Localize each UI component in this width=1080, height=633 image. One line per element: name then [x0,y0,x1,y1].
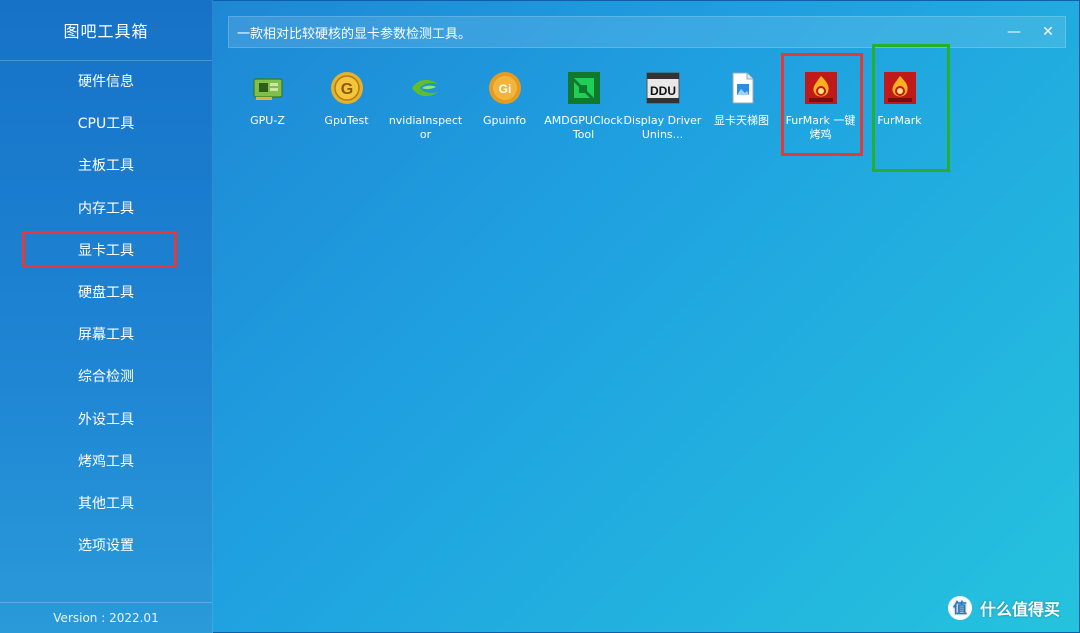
svg-text:Gi: Gi [498,82,511,96]
sidebar-item-label: CPU工具 [77,116,135,133]
sidebar-item-label: 选项设置 [78,538,134,555]
tool-furmark[interactable]: FurMark [860,62,939,162]
gpu-card-icon [252,78,283,100]
tools-grid: GPU-Z G GpuTest nvidiaInspector Gi Gpuin… [228,62,1058,182]
ddu-icon: DDU [646,72,679,104]
watermark-badge: 值 [948,596,972,620]
tool-label: AMDGPUClockTool [544,114,623,141]
sidebar-item-other-tools[interactable]: 其他工具 [0,482,212,524]
g-gear-icon: G [330,72,363,104]
tool-label: nvidiaInspector [388,114,463,141]
sidebar-item-disk-tools[interactable]: 硬盘工具 [0,271,212,313]
image-file-icon [732,72,753,104]
sidebar-item-stress-tools[interactable]: 烤鸡工具 [0,440,212,482]
tool-furmark-oneclick[interactable]: FurMark 一键烤鸡 [781,62,860,162]
watermark: 值 什么值得买 [948,596,1060,620]
tool-label: FurMark 一键烤鸡 [785,114,856,141]
sidebar-item-label: 屏幕工具 [78,327,134,344]
tool-gpu-ladder[interactable]: 显卡天梯图 [702,62,781,162]
sidebar-item-label: 综合检测 [78,369,134,386]
close-icon: ✕ [1042,24,1054,40]
tool-label: GpuTest [324,114,369,127]
svg-text:G: G [340,81,352,98]
sidebar: 图吧工具箱 硬件信息 CPU工具 主板工具 内存工具 显卡工具 硬盘工具 屏幕工… [0,0,213,633]
tool-label: 显卡天梯图 [714,114,769,127]
furmark-icon [883,72,916,104]
minimize-button[interactable]: — [997,17,1031,47]
sidebar-item-cpu-tools[interactable]: CPU工具 [0,102,212,144]
sidebar-item-overall-test[interactable]: 综合检测 [0,355,212,397]
tool-label: FurMark [877,114,922,127]
furmark-icon [804,72,837,104]
sidebar-item-label: 显卡工具 [78,242,134,259]
gi-gear-icon: Gi [488,72,521,104]
watermark-text: 什么值得买 [980,600,1061,619]
nvidia-icon [411,79,438,97]
sidebar-item-peripheral-tools[interactable]: 外设工具 [0,398,212,440]
version-label: Version : 2022.01 [0,602,212,633]
sidebar-item-label: 外设工具 [78,411,134,428]
sidebar-item-memory-tools[interactable]: 内存工具 [0,187,212,229]
tool-label: GPU-Z [250,114,285,127]
tool-ddu[interactable]: DDU Display Driver Unins... [623,62,702,162]
sidebar-item-gpu-tools[interactable]: 显卡工具 [0,229,212,271]
app-window: 图吧工具箱 硬件信息 CPU工具 主板工具 内存工具 显卡工具 硬盘工具 屏幕工… [0,0,1080,633]
sidebar-item-label: 硬盘工具 [78,285,134,302]
sidebar-item-label: 硬件信息 [78,74,134,91]
sidebar-item-settings[interactable]: 选项设置 [0,524,212,566]
tool-description: 一款相对比较硬核的显卡参数检测工具。 [237,26,472,42]
sidebar-item-label: 烤鸡工具 [78,453,134,470]
sidebar-item-motherboard-tools[interactable]: 主板工具 [0,144,212,186]
close-button[interactable]: ✕ [1031,17,1065,47]
sidebar-item-label: 其他工具 [78,495,134,512]
tool-amdgpu-clock[interactable]: AMDGPUClockTool [544,62,623,162]
sidebar-item-screen-tools[interactable]: 屏幕工具 [0,313,212,355]
app-title: 图吧工具箱 [0,0,212,61]
amd-icon [567,72,600,104]
sidebar-item-hardware-info[interactable]: 硬件信息 [0,60,212,102]
tool-label: Gpuinfo [482,114,527,127]
svg-text:DDU: DDU [650,84,676,98]
sidebar-item-label: 主板工具 [78,158,134,175]
tool-description-bar: 一款相对比较硬核的显卡参数检测工具。 — ✕ [228,16,1066,48]
tool-nvidia-inspector[interactable]: nvidiaInspector [386,62,465,162]
tool-gpuinfo[interactable]: Gi Gpuinfo [465,62,544,162]
sidebar-item-label: 内存工具 [78,200,134,217]
minimize-icon: — [1007,24,1021,40]
tool-gpu-z[interactable]: GPU-Z [228,62,307,162]
sidebar-menu: 硬件信息 CPU工具 主板工具 内存工具 显卡工具 硬盘工具 屏幕工具 综合检测… [0,60,212,566]
tool-gputest[interactable]: G GpuTest [307,62,386,162]
tool-label: Display Driver Unins... [623,114,702,141]
